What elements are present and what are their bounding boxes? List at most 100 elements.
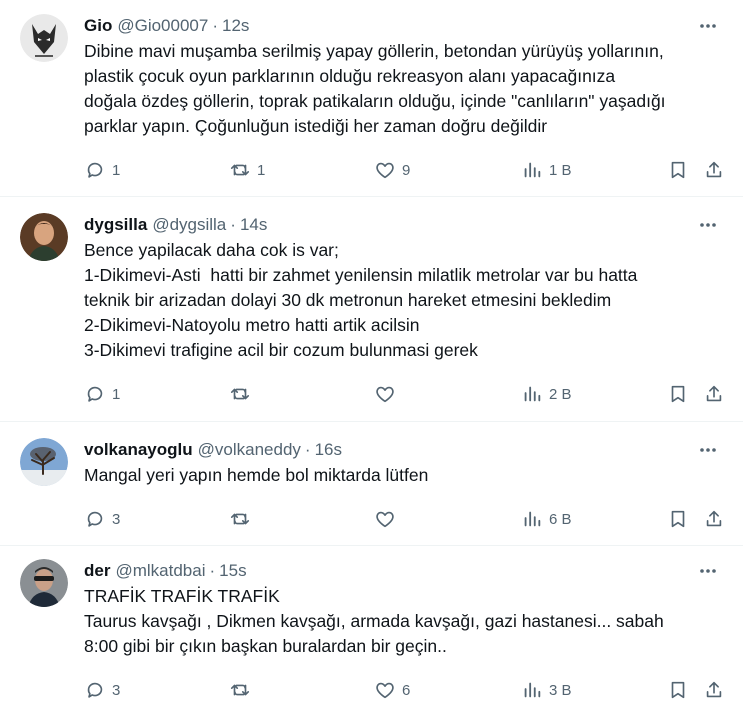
- retweet-icon: [230, 513, 250, 525]
- retweet-icon: [230, 684, 250, 696]
- bookmark-button[interactable]: [667, 156, 689, 184]
- more-icon[interactable]: [693, 210, 723, 240]
- separator-dot: ·: [304, 440, 311, 459]
- bookmark-button[interactable]: [667, 380, 689, 408]
- bookmark-button[interactable]: [667, 676, 689, 704]
- avatar[interactable]: [20, 559, 68, 607]
- bookmark-icon: [671, 510, 685, 528]
- reply-button[interactable]: 3: [84, 676, 120, 704]
- author-name[interactable]: volkanayoglu: [84, 439, 193, 461]
- author-name[interactable]: Gio: [84, 15, 112, 37]
- author-handle[interactable]: @mlkatdbai: [115, 560, 205, 582]
- views-count: 2 B: [549, 385, 572, 403]
- share-button[interactable]: [703, 380, 725, 408]
- like-button[interactable]: [374, 505, 402, 533]
- like-count: 9: [402, 161, 411, 179]
- tweet-text-line: teknik bir arizadan dolayi 30 dk metronu…: [84, 290, 612, 310]
- views-count: 1 B: [549, 161, 572, 179]
- views-button[interactable]: 3 B: [521, 676, 572, 704]
- timestamp[interactable]: 12s: [222, 15, 249, 37]
- views-icon: [524, 682, 541, 698]
- avatar[interactable]: [20, 438, 68, 486]
- more-icon[interactable]: [693, 11, 723, 41]
- views-icon: [524, 511, 541, 527]
- tweet-text-line: 2-Dikimevi-Natoyolu metro hatti artik ac…: [84, 315, 420, 335]
- retweet-button[interactable]: [229, 380, 257, 408]
- author-name[interactable]: der: [84, 560, 110, 582]
- retweet-icon: [230, 164, 250, 176]
- like-count: 6: [402, 681, 411, 699]
- share-icon: [706, 510, 722, 527]
- tweet-text-line: 1-Dikimevi-Asti hatti bir zahmet yenilen…: [84, 265, 638, 285]
- views-count: 6 B: [549, 510, 572, 528]
- tweet[interactable]: der @mlkatdbai · 15s TRAFİK TRAFİK TRAFİ…: [0, 546, 743, 717]
- action-bar: 1 2 B: [84, 380, 727, 408]
- views-button[interactable]: 6 B: [521, 505, 572, 533]
- timestamp[interactable]: 16s: [315, 439, 342, 461]
- views-button[interactable]: 2 B: [521, 380, 572, 408]
- author-handle[interactable]: @volkaneddy: [198, 439, 301, 461]
- reply-icon: [87, 682, 103, 698]
- like-icon: [376, 511, 394, 528]
- share-icon: [706, 681, 722, 698]
- reply-icon: [87, 386, 103, 402]
- tweet-text-line: parklar yapın. Çoğunluğun istediği her z…: [84, 116, 548, 136]
- share-button[interactable]: [703, 505, 725, 533]
- bookmark-icon: [671, 161, 685, 179]
- retweet-count: 1: [257, 161, 266, 179]
- timestamp[interactable]: 15s: [219, 560, 246, 582]
- reply-count: 3: [112, 681, 121, 699]
- share-icon: [706, 161, 722, 178]
- separator-dot: ·: [209, 561, 216, 580]
- timestamp[interactable]: 14s: [240, 214, 267, 236]
- bookmark-icon: [671, 681, 685, 699]
- tweet-text: Mangal yeri yapın hemde bol miktarda lüt…: [84, 463, 727, 488]
- like-button[interactable]: [374, 380, 402, 408]
- like-icon: [376, 386, 394, 403]
- tweet[interactable]: Gio @Gio00007 · 12s Dibine mavi muşamba …: [0, 0, 743, 197]
- more-icon[interactable]: [693, 435, 723, 465]
- tweet[interactable]: volkanayoglu @volkaneddy · 16s Mangal ye…: [0, 422, 743, 546]
- like-button[interactable]: 9: [374, 156, 410, 184]
- tweet-text-line: 3-Dikimevi trafigine acil bir cozum bulu…: [84, 340, 478, 360]
- reply-icon: [87, 162, 103, 178]
- more-icon[interactable]: [693, 556, 723, 586]
- action-bar: 3 6 B: [84, 505, 727, 533]
- views-icon: [524, 386, 541, 402]
- views-icon: [524, 162, 541, 178]
- reply-button[interactable]: 1: [84, 380, 120, 408]
- action-bar: 3 6 3 B: [84, 676, 727, 704]
- share-icon: [706, 385, 722, 402]
- like-icon: [376, 682, 394, 699]
- avatar[interactable]: [20, 14, 68, 62]
- reply-feed: Gio @Gio00007 · 12s Dibine mavi muşamba …: [0, 0, 743, 717]
- like-button[interactable]: 6: [374, 676, 410, 704]
- reply-count: 1: [112, 161, 121, 179]
- reply-count: 3: [112, 510, 121, 528]
- share-button[interactable]: [703, 676, 725, 704]
- separator-dot: ·: [230, 215, 236, 234]
- reply-icon: [87, 511, 103, 527]
- tweet-text-line: TRAFİK TRAFİK TRAFİK: [84, 586, 280, 606]
- tweet-text-line: Mangal yeri yapın hemde bol miktarda lüt…: [84, 465, 429, 485]
- retweet-button[interactable]: [229, 676, 257, 704]
- separator-dot: ·: [212, 16, 219, 35]
- tweet[interactable]: dygsilla @dygsilla · 14s Bence yapilacak…: [0, 197, 743, 422]
- retweet-button[interactable]: 1: [229, 156, 265, 184]
- tweet-text-line: Bence yapilacak daha cok is var;: [84, 240, 339, 260]
- avatar[interactable]: [20, 213, 68, 261]
- tweet-text-line: Dibine mavi muşamba serilmiş yapay gölle…: [84, 41, 664, 61]
- retweet-icon: [230, 388, 250, 400]
- reply-button[interactable]: 1: [84, 156, 120, 184]
- reply-button[interactable]: 3: [84, 505, 120, 533]
- views-button[interactable]: 1 B: [521, 156, 572, 184]
- tweet-text-line: Taurus kavşağı , Dikmen kavşağı, armada …: [84, 611, 664, 631]
- retweet-button[interactable]: [229, 505, 257, 533]
- tweet-text: Bence yapilacak daha cok is var; 1-Dikim…: [84, 238, 727, 363]
- share-button[interactable]: [703, 156, 725, 184]
- bookmark-button[interactable]: [667, 505, 689, 533]
- tweet-text: Dibine mavi muşamba serilmiş yapay gölle…: [84, 39, 727, 139]
- author-name[interactable]: dygsilla: [84, 214, 147, 236]
- author-handle[interactable]: @Gio00007: [117, 15, 208, 37]
- author-handle[interactable]: @dygsilla: [152, 214, 226, 236]
